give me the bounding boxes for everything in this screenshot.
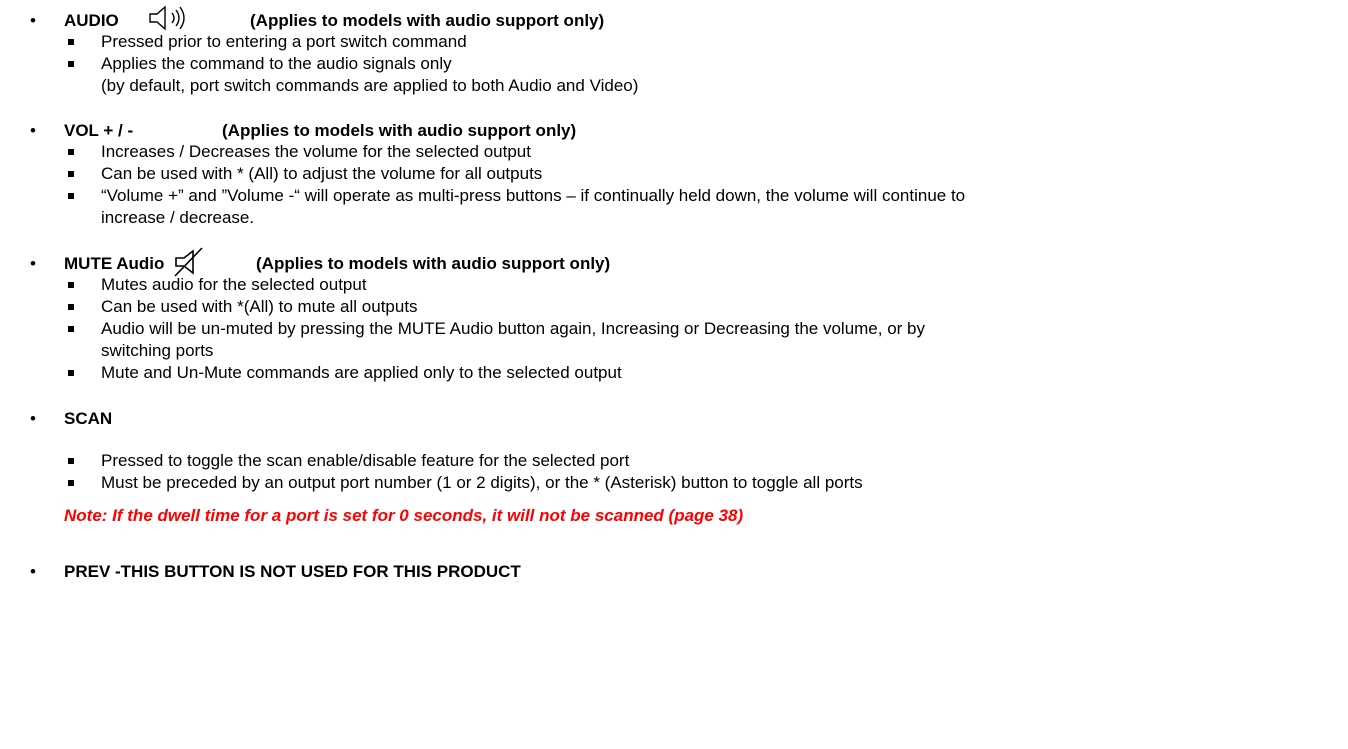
bullet-dot: •: [30, 409, 36, 428]
mute-audio-heading: MUTE Audio: [64, 254, 165, 273]
list-item-continuation: increase / decrease.: [101, 208, 255, 227]
list-item-continuation: switching ports: [101, 341, 214, 360]
list-item-continuation: (by default, port switch commands are ap…: [101, 76, 639, 95]
square-bullet: [68, 171, 74, 177]
list-item: Mute and Un-Mute commands are applied on…: [101, 363, 622, 382]
bullet-dot: •: [30, 11, 36, 30]
square-bullet: [68, 326, 74, 332]
square-bullet: [68, 149, 74, 155]
square-bullet: [68, 282, 74, 288]
speaker-waves-icon: [149, 5, 185, 31]
list-item: Can be used with *(All) to mute all outp…: [101, 297, 418, 316]
square-bullet: [68, 193, 74, 199]
list-item: Can be used with * (All) to adjust the v…: [101, 164, 543, 183]
square-bullet: [68, 39, 74, 45]
list-item: Applies the command to the audio signals…: [101, 54, 452, 73]
bullet-dot: •: [30, 121, 36, 140]
audio-heading: AUDIO: [64, 11, 119, 30]
list-item: Must be preceded by an output port numbe…: [101, 473, 863, 492]
square-bullet: [68, 304, 74, 310]
manual-page: • AUDIO (Applies to models with audio su…: [0, 0, 1348, 749]
square-bullet: [68, 61, 74, 67]
square-bullet: [68, 480, 74, 486]
vol-applies-note: (Applies to models with audio support on…: [222, 121, 577, 140]
square-bullet: [68, 458, 74, 464]
square-bullet: [68, 370, 74, 376]
list-item: Pressed to toggle the scan enable/disabl…: [101, 451, 630, 470]
audio-applies-note: (Applies to models with audio support on…: [250, 11, 605, 30]
list-item: Mutes audio for the selected output: [101, 275, 367, 294]
vol-heading: VOL + / -: [64, 121, 134, 140]
mute-applies-note: (Applies to models with audio support on…: [256, 254, 611, 273]
list-item: Pressed prior to entering a port switch …: [101, 32, 467, 51]
bullet-dot: •: [30, 254, 36, 273]
bullet-dot: •: [30, 562, 36, 581]
dwell-time-note: Note: If the dwell time for a port is se…: [64, 506, 744, 525]
list-item: Increases / Decreases the volume for the…: [101, 142, 531, 161]
list-item: Audio will be un-muted by pressing the M…: [101, 319, 926, 338]
list-item: “Volume +” and ”Volume -“ will operate a…: [101, 186, 966, 205]
scan-heading: SCAN: [64, 409, 113, 428]
prev-heading: PREV -THIS BUTTON IS NOT USED FOR THIS P…: [64, 562, 521, 581]
